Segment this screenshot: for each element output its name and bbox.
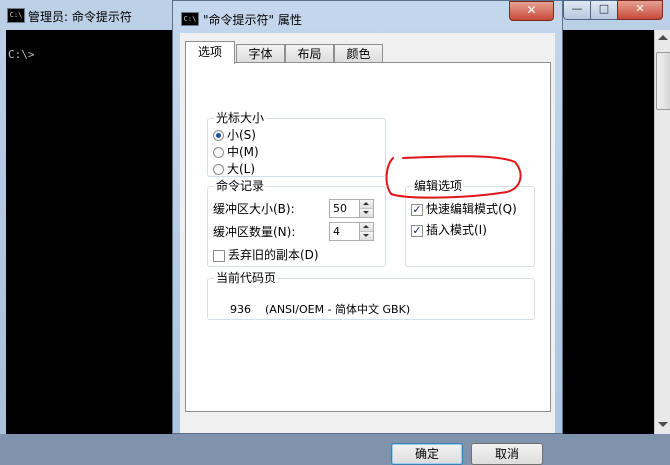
buffer-size-stepper[interactable]: 50 xyxy=(329,199,374,218)
command-history-group: 命令记录 缓冲区大小(B): 50 缓冲区数量(N): 4 丢弃旧的副本(D) xyxy=(207,179,386,267)
checkbox-checked-icon[interactable]: ✓ xyxy=(411,224,423,237)
command-history-title: 命令记录 xyxy=(214,179,267,193)
tab-options[interactable]: 选项 xyxy=(185,41,235,64)
scroll-down-arrow-icon[interactable] xyxy=(658,422,668,427)
buffer-count-stepper[interactable]: 4 xyxy=(329,222,374,241)
dialog-client-area: 选项 字体 布局 颜色 光标大小 小(S) 中(M) 大(L) 命令记录 缓冲区… xyxy=(180,33,555,465)
code-page-group: 当前代码页 936 (ANSI/OEM - 简体中文 GBK) xyxy=(207,271,535,320)
stepper-up-icon[interactable] xyxy=(359,200,373,209)
cursor-size-title: 光标大小 xyxy=(214,111,267,125)
stepper-up-icon[interactable] xyxy=(359,223,373,232)
dialog-close-button[interactable]: ✕ xyxy=(509,1,554,21)
tab-font[interactable]: 字体 xyxy=(236,44,285,63)
console-vertical-scrollbar[interactable] xyxy=(654,30,670,434)
quick-edit-label: 快速编辑模式(Q) xyxy=(426,202,517,216)
minimize-button[interactable]: — xyxy=(563,0,591,20)
scroll-up-arrow-icon[interactable] xyxy=(658,35,668,40)
checkbox-checked-icon[interactable]: ✓ xyxy=(411,203,423,216)
buffer-count-label: 缓冲区数量(N): xyxy=(213,225,296,239)
console-title: 管理员: 命令提示符 xyxy=(28,10,132,24)
tab-colors[interactable]: 颜色 xyxy=(334,44,383,63)
code-page-title: 当前代码页 xyxy=(214,271,279,285)
code-page-number: 936 xyxy=(230,303,251,316)
radio-selected-icon[interactable] xyxy=(213,130,224,141)
cancel-button[interactable]: 取消 xyxy=(471,443,543,465)
red-circle-annotation xyxy=(385,155,522,199)
stepper-down-icon[interactable] xyxy=(359,232,373,240)
properties-dialog: C:\ "命令提示符" 属性 ✕ 选项 字体 布局 颜色 光标大小 小(S) 中… xyxy=(172,0,563,465)
cursor-size-large-option[interactable]: 大(L) xyxy=(213,161,255,177)
cursor-size-small-label: 小(S) xyxy=(227,128,256,142)
buffer-count-value[interactable]: 4 xyxy=(333,224,340,239)
radio-icon[interactable] xyxy=(213,147,224,158)
scrollbar-thumb[interactable] xyxy=(656,52,670,110)
tab-layout[interactable]: 布局 xyxy=(285,44,334,63)
console-prompt: C:\> xyxy=(8,48,35,61)
discard-duplicates-label: 丢弃旧的副本(D) xyxy=(228,248,319,262)
maximize-button[interactable]: □ xyxy=(590,0,618,20)
code-page-name: (ANSI/OEM - 简体中文 GBK) xyxy=(265,303,411,316)
buffer-size-value[interactable]: 50 xyxy=(333,201,347,216)
checkbox-unchecked-icon[interactable] xyxy=(213,249,225,262)
cursor-size-large-label: 大(L) xyxy=(227,162,256,176)
dialog-title-bar[interactable]: C:\ "命令提示符" 属性 ✕ xyxy=(173,1,562,33)
buffer-size-label: 缓冲区大小(B): xyxy=(213,202,295,216)
insert-mode-option[interactable]: ✓ 插入模式(I) xyxy=(411,222,487,238)
quick-edit-option[interactable]: ✓ 快速编辑模式(Q) xyxy=(411,201,517,217)
cursor-size-group: 光标大小 小(S) 中(M) 大(L) xyxy=(207,111,386,177)
code-page-info: 936 (ANSI/OEM - 简体中文 GBK) xyxy=(230,301,424,317)
dialog-title: "命令提示符" 属性 xyxy=(203,13,302,27)
insert-mode-label: 插入模式(I) xyxy=(426,223,487,237)
console-app-icon: C:\ xyxy=(7,8,25,23)
discard-duplicates-option[interactable]: 丢弃旧的副本(D) xyxy=(213,247,319,263)
cursor-size-medium-label: 中(M) xyxy=(227,145,259,159)
radio-icon[interactable] xyxy=(213,164,224,175)
cursor-size-medium-option[interactable]: 中(M) xyxy=(213,144,259,160)
options-tab-panel: 光标大小 小(S) 中(M) 大(L) 命令记录 缓冲区大小(B): 50 缓冲… xyxy=(185,62,551,412)
cursor-size-small-option[interactable]: 小(S) xyxy=(213,127,256,143)
console-close-button[interactable]: ✕ xyxy=(617,0,663,20)
ok-button[interactable]: 确定 xyxy=(391,443,463,465)
stepper-down-icon[interactable] xyxy=(359,209,373,217)
dialog-app-icon: C:\ xyxy=(181,12,199,26)
